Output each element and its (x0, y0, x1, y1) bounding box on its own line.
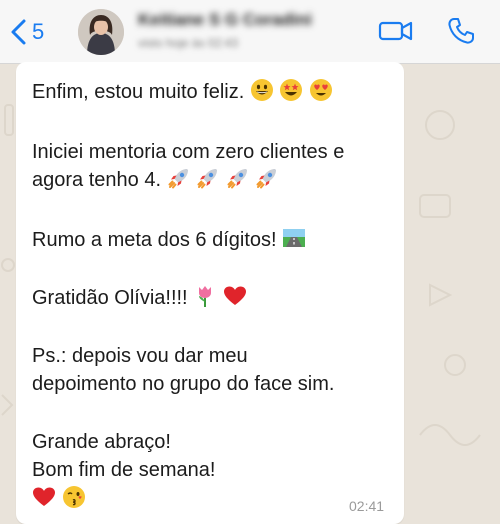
message-text: Iniciei mentoria com zero clientes e (32, 141, 345, 163)
star-struck-face-icon (279, 78, 303, 102)
message-line: Ps.: depois vou dar meu (32, 342, 248, 370)
message-line (32, 485, 86, 513)
message-line: Gratidão Olívia!!!! (32, 284, 247, 312)
avatar[interactable] (78, 9, 124, 55)
message-text: agora tenho 4. (32, 169, 161, 191)
message-text: Gratidão Olívia!!!! (32, 287, 188, 309)
rocket-icon (255, 166, 279, 190)
unread-count: 5 (32, 19, 45, 44)
tulip-icon (193, 284, 217, 308)
message-timestamp: 02:41 (349, 498, 385, 514)
rocket-icon (167, 166, 191, 190)
video-camera-icon (378, 21, 413, 41)
red-heart-icon (223, 284, 247, 308)
chat-header: 5 Keitiane S G Coradini visto hoje às 02… (0, 0, 500, 64)
contact-status: visto hoje às 02:43 (138, 36, 239, 50)
message-line: Bom fim de semana! (32, 456, 215, 484)
message-text: depoimento no grupo do face sim. (32, 373, 335, 395)
voice-call-button[interactable] (446, 16, 476, 46)
heart-eyes-face-icon (309, 78, 333, 102)
message-line: Grande abraço! (32, 428, 171, 456)
red-heart-icon (32, 485, 56, 509)
message-text: Rumo a meta dos 6 dígitos! (32, 229, 277, 251)
grinning-face-icon (250, 78, 274, 102)
back-button[interactable]: 5 (8, 16, 44, 48)
motorway-icon (282, 226, 306, 250)
message-text: Ps.: depois vou dar meu (32, 345, 248, 367)
message-text: Enfim, estou muito feliz. (32, 81, 245, 103)
contact-name[interactable]: Keitiane S G Coradini (138, 10, 312, 30)
message-line: Enfim, estou muito feliz. (32, 78, 333, 106)
message-line: Iniciei mentoria com zero clientes e (32, 138, 344, 166)
chevron-left-icon (11, 19, 26, 45)
message-line: depoimento no grupo do face sim. (32, 370, 334, 398)
message-line: agora tenho 4. (32, 166, 279, 194)
phone-icon (448, 18, 474, 44)
rocket-icon (196, 166, 220, 190)
video-call-button[interactable] (378, 18, 414, 44)
message-text: Grande abraço! (32, 431, 171, 453)
rocket-icon (226, 166, 250, 190)
message-text: Bom fim de semana! (32, 459, 216, 481)
message-line: Rumo a meta dos 6 dígitos! (32, 226, 306, 254)
kissing-face-icon (62, 485, 86, 509)
